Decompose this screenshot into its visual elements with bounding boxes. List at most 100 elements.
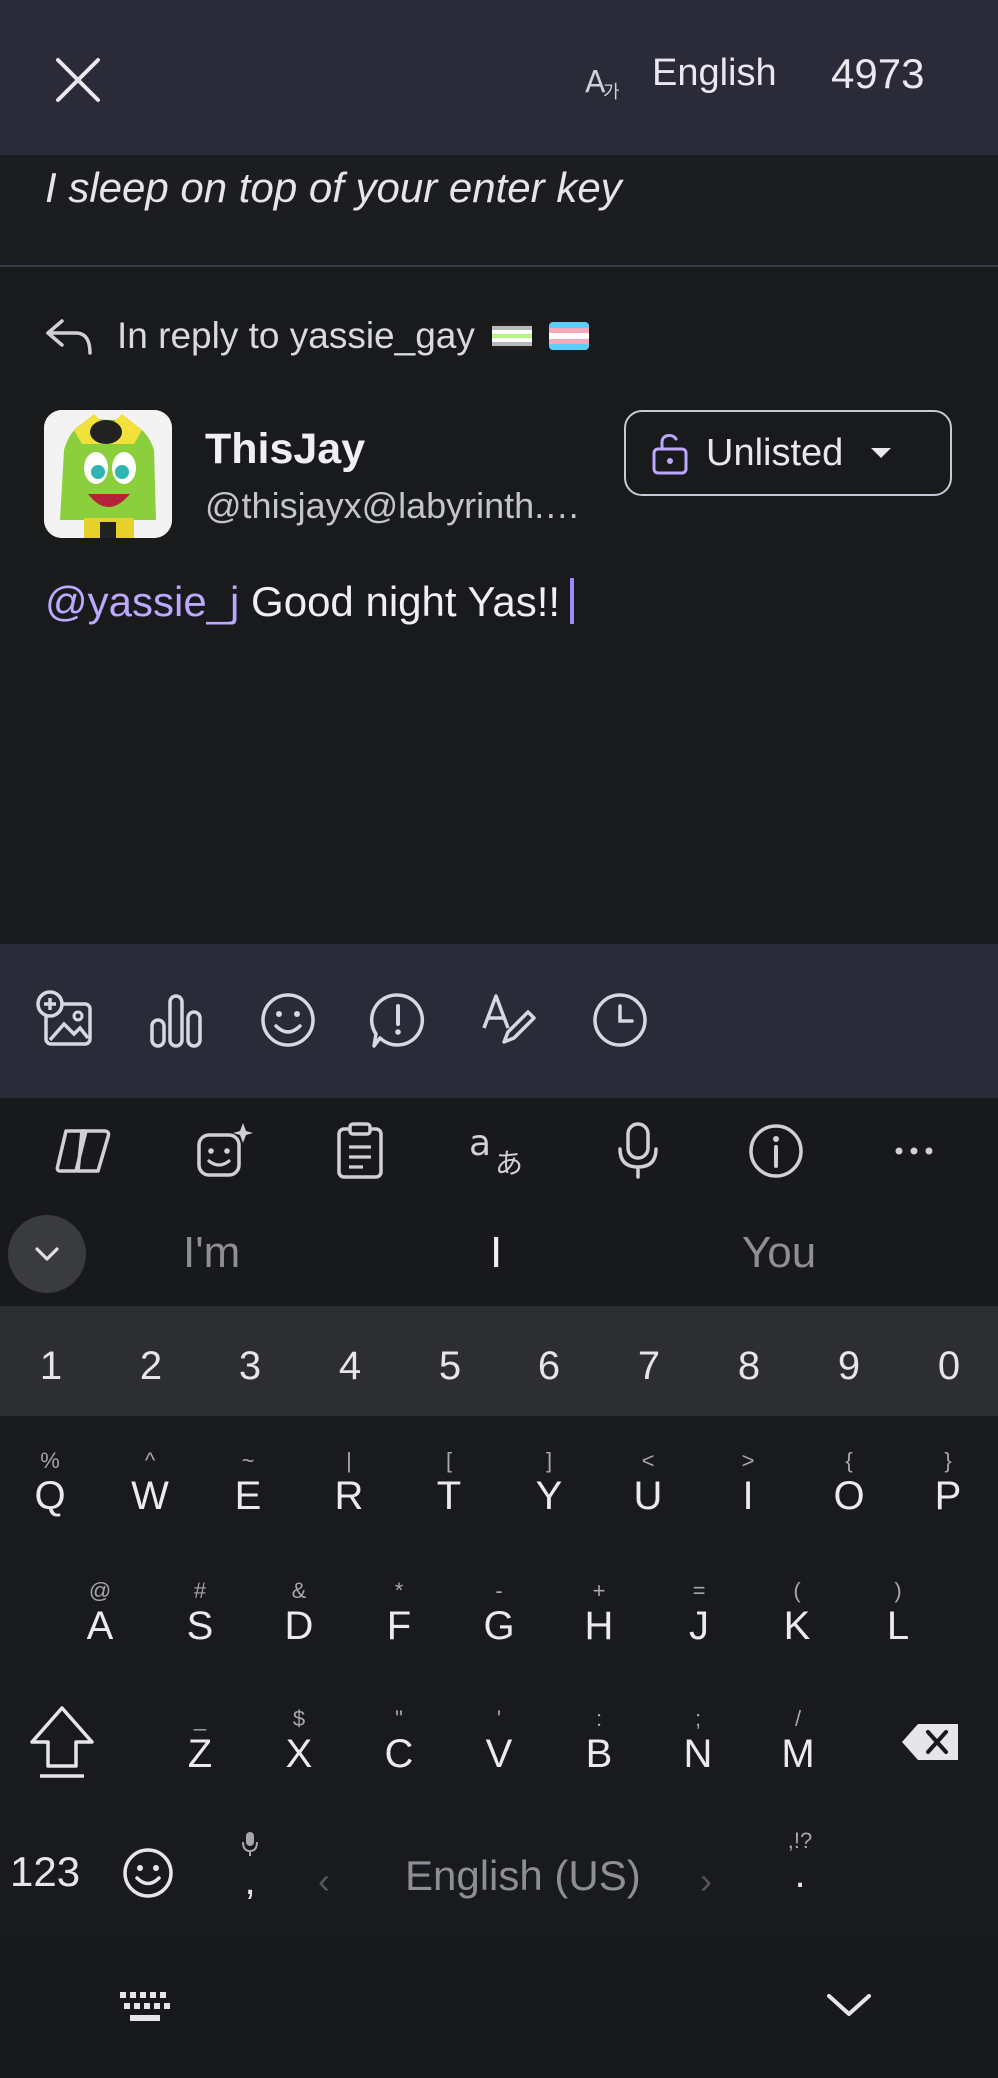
key-l[interactable]: ) L (858, 1578, 938, 1649)
suggestion-left[interactable]: I'm (183, 1228, 240, 1278)
post-text-area[interactable]: @yassie_j Good night Yas!! (45, 578, 575, 626)
key-r[interactable]: | R (309, 1448, 389, 1519)
key-2[interactable]: 2 (121, 1344, 181, 1389)
backspace-key[interactable] (900, 1720, 970, 1770)
add-media-button[interactable] (32, 985, 100, 1055)
translate-icon: a あ (469, 1123, 523, 1179)
key-s[interactable]: # S (160, 1578, 240, 1649)
key-j[interactable]: = J (659, 1578, 739, 1649)
chevron-down-icon (35, 1247, 59, 1261)
text-caret (570, 578, 575, 624)
more-options-button[interactable] (878, 1120, 950, 1182)
visibility-dropdown[interactable]: Unlisted (624, 410, 952, 496)
translate-icon[interactable]: A 가 (585, 58, 625, 102)
content-warning-button[interactable] (364, 985, 432, 1055)
key-y[interactable]: ] Y (509, 1448, 589, 1519)
space-left-arrow[interactable]: ‹ (318, 1860, 330, 1902)
unlock-icon (652, 433, 688, 475)
backspace-icon (902, 1724, 958, 1760)
content-warning-icon (369, 993, 425, 1048)
space-right-arrow[interactable]: › (700, 1860, 712, 1902)
key-n[interactable]: ; N (658, 1706, 738, 1777)
period-key[interactable]: ,!? . (780, 1828, 820, 1894)
language-selector[interactable]: English (652, 52, 777, 95)
key-4[interactable]: 4 (320, 1344, 380, 1389)
key-k[interactable]: (K (757, 1578, 837, 1649)
key-5[interactable]: 5 (420, 1344, 480, 1389)
hide-keyboard-button[interactable] (826, 1990, 876, 2024)
key-8[interactable]: 8 (719, 1344, 779, 1389)
close-button[interactable] (38, 40, 118, 120)
space-bar[interactable]: English (US) (405, 1852, 641, 1900)
post-body: Good night Yas!! (239, 578, 561, 625)
emoji-icon (123, 1848, 173, 1898)
sticker-icon (197, 1123, 253, 1177)
content-warning-text: I sleep on top of your enter key (45, 164, 622, 211)
add-media-icon (36, 990, 92, 1046)
key-x[interactable]: $ X (259, 1706, 339, 1777)
key-f[interactable]: * F (359, 1578, 439, 1649)
shift-icon (30, 1706, 94, 1778)
agender-flag-icon (492, 322, 532, 350)
microphone-icon (242, 1832, 258, 1856)
comma-label: , (244, 1859, 256, 1903)
voice-input-button[interactable] (602, 1120, 674, 1182)
copilot-button[interactable] (48, 1120, 120, 1182)
key-z[interactable]: _ Z (160, 1706, 240, 1777)
character-counter: 4973 (831, 50, 925, 97)
keyboard-translate-button[interactable]: a あ (462, 1120, 534, 1182)
account-handle: @thisjayx@labyrinth.zone (205, 485, 597, 526)
key-9[interactable]: 9 (819, 1344, 879, 1389)
key-i[interactable]: > I (708, 1448, 788, 1519)
visibility-label: Unlisted (706, 431, 844, 474)
key-a[interactable]: @ A (60, 1578, 140, 1649)
trans-flag-icon (549, 322, 589, 350)
schedule-button[interactable] (586, 985, 654, 1055)
key-g[interactable]: -G (459, 1578, 539, 1649)
comma-key[interactable]: , (232, 1830, 268, 1912)
key-m[interactable]: / M (758, 1706, 838, 1777)
key-w[interactable]: ^ W (110, 1448, 190, 1519)
svg-text:あ: あ (495, 1147, 523, 1179)
schedule-icon (593, 993, 647, 1047)
keyboard-icon (120, 1992, 170, 2021)
key-b[interactable]: :B (559, 1706, 639, 1777)
key-h[interactable]: + H (559, 1578, 639, 1649)
poll-icon (150, 994, 202, 1048)
collapse-toolbar-button[interactable] (8, 1215, 86, 1293)
copilot-icon (55, 1129, 111, 1173)
suggestion-right[interactable]: You (742, 1228, 816, 1278)
info-button[interactable] (740, 1120, 812, 1182)
key-0[interactable]: 0 (919, 1344, 979, 1389)
key-6[interactable]: 6 (519, 1344, 579, 1389)
key-1[interactable]: 1 (21, 1344, 81, 1389)
svg-text:a: a (469, 1123, 491, 1164)
key-3[interactable]: 3 (220, 1344, 280, 1389)
microphone-icon (618, 1122, 658, 1179)
sticker-button[interactable] (188, 1120, 260, 1182)
key-7[interactable]: 7 (619, 1344, 679, 1389)
key-v[interactable]: ' V (459, 1706, 539, 1777)
info-icon (749, 1124, 803, 1178)
poll-button[interactable] (142, 985, 210, 1055)
symbols-key[interactable]: 123 (10, 1848, 80, 1896)
period-label: . (794, 1852, 806, 1896)
key-o[interactable]: {O (809, 1448, 889, 1519)
key-u[interactable]: < U (608, 1448, 688, 1519)
key-p[interactable]: } P (908, 1448, 988, 1519)
avatar[interactable] (44, 410, 172, 538)
clipboard-button[interactable] (324, 1120, 396, 1182)
key-c[interactable]: " C (359, 1706, 439, 1777)
mention[interactable]: @yassie_j (45, 578, 239, 625)
svg-text:가: 가 (603, 82, 620, 102)
key-e[interactable]: ~ E (208, 1448, 288, 1519)
keyboard-switch-button[interactable] (118, 1990, 174, 2026)
key-t[interactable]: [T (409, 1448, 489, 1519)
emoji-button[interactable] (254, 985, 322, 1055)
shift-key[interactable] (26, 1704, 102, 1784)
suggestion-center[interactable]: I (490, 1228, 502, 1278)
key-d[interactable]: & D (259, 1578, 339, 1649)
key-q[interactable]: % Q (10, 1448, 90, 1519)
emoji-key[interactable] (120, 1845, 180, 1905)
formatting-button[interactable] (474, 985, 542, 1055)
